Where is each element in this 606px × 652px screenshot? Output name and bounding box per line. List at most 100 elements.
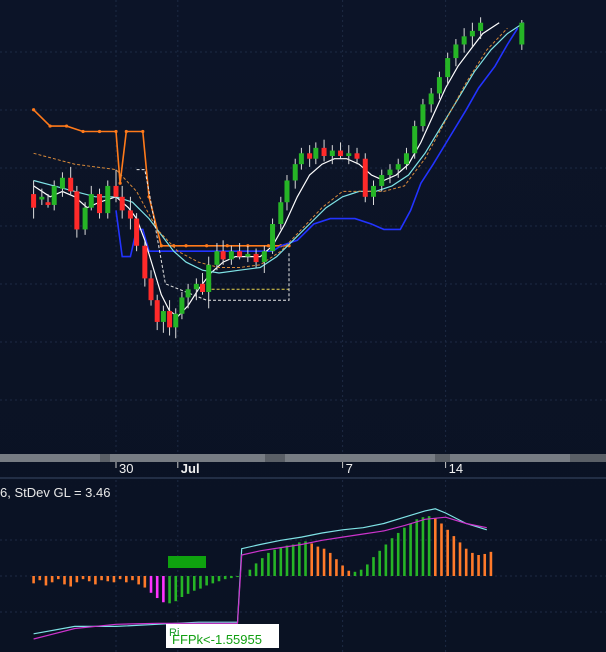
upper-band-point	[266, 244, 271, 248]
candle-body	[329, 150, 335, 156]
oscillator-bar	[285, 545, 289, 576]
time-scrollbar-segment[interactable]	[450, 454, 570, 462]
oscillator-bar	[38, 576, 42, 581]
candle-body	[179, 297, 185, 314]
time-scrollbar-segment[interactable]	[285, 454, 435, 462]
oscillator-bar	[94, 576, 97, 585]
candle-body	[74, 191, 80, 230]
upper-band-point	[97, 129, 102, 134]
oscillator-bar	[180, 576, 184, 597]
oscillator-bar	[267, 552, 270, 576]
oscillator-bar	[112, 576, 116, 583]
candle-body	[313, 147, 319, 159]
candle-body	[519, 22, 525, 45]
oscillator-bar	[335, 559, 338, 576]
oscillator-bar	[341, 565, 344, 576]
oscillator-bar	[248, 569, 252, 576]
candle-body	[105, 185, 111, 214]
upper-band-point	[159, 244, 163, 248]
candle-body	[39, 196, 45, 200]
oscillator-bar	[403, 527, 406, 576]
x-tick-label: 30	[119, 461, 133, 476]
oscillator-bar	[347, 570, 351, 576]
upper-band-point	[81, 129, 85, 134]
candle-body	[403, 153, 409, 165]
candle-body	[362, 158, 368, 197]
oscillator-bar	[32, 576, 35, 584]
oscillator-title: 6, StDev GL = 3.46	[0, 485, 110, 500]
oscillator-bar	[149, 576, 153, 593]
oscillator-bar	[483, 553, 487, 576]
candle-body	[307, 153, 313, 159]
upper-band-point	[205, 244, 209, 248]
candle-body	[127, 210, 133, 219]
oscillator-bar	[322, 548, 326, 576]
oscillator-bar	[273, 549, 276, 576]
candle-body	[379, 175, 385, 186]
oscillator-bar	[81, 576, 85, 580]
upper-band-point	[124, 129, 128, 134]
oscillator-bar	[217, 576, 221, 582]
upper-band-point	[64, 124, 69, 128]
oscillator-bar	[211, 576, 215, 584]
candle-body	[154, 300, 160, 322]
oscillator-bar	[384, 544, 388, 576]
candle-body	[220, 251, 226, 260]
candle-body	[428, 93, 434, 105]
x-tick-label: 7	[346, 461, 353, 476]
oscillator-bar	[192, 576, 196, 591]
candle-body	[51, 185, 57, 205]
candle-body	[284, 180, 290, 203]
oscillator-bar	[477, 555, 480, 576]
oscillator-bar	[205, 576, 208, 586]
candle-body	[387, 169, 393, 176]
candle-body	[253, 253, 259, 263]
candle-body	[245, 253, 251, 257]
oscillator-bar	[186, 576, 190, 594]
oscillator-bar	[162, 576, 165, 603]
candle-body	[298, 153, 304, 165]
time-scrollbar-segment[interactable]	[0, 454, 100, 462]
oscillator-bar	[328, 552, 332, 576]
candle-body	[167, 311, 173, 328]
annotation-label: FFPk<-1.55955	[172, 632, 262, 647]
oscillator-bar	[75, 576, 79, 583]
oscillator-bar	[421, 517, 425, 576]
oscillator-bar	[100, 576, 103, 581]
oscillator-bar	[118, 576, 122, 580]
upper-band-point	[225, 244, 229, 248]
candle-body	[338, 150, 344, 156]
candle-body	[292, 164, 298, 181]
candle-body	[278, 202, 284, 224]
upper-band-point	[114, 129, 118, 134]
candle-body	[119, 196, 125, 211]
oscillator-bar	[458, 542, 462, 576]
oscillator-bar	[106, 576, 110, 582]
oscillator-bar	[359, 569, 363, 576]
oscillator-bar	[452, 536, 456, 576]
candle-body	[97, 194, 103, 214]
oscillator-bar	[378, 550, 381, 576]
upper-band-point	[31, 108, 36, 112]
oscillator-bar	[304, 541, 307, 576]
oscillator-bar	[260, 558, 264, 576]
oscillator-bar	[434, 518, 437, 576]
signal-marker	[168, 556, 206, 568]
oscillator-bar	[44, 576, 48, 586]
candle-body	[88, 194, 94, 208]
oscillator-bar	[168, 576, 171, 604]
candle-body	[228, 251, 234, 260]
oscillator-bar	[230, 576, 233, 579]
candle-body	[436, 77, 442, 94]
oscillator-bar	[471, 552, 474, 576]
oscillator-bar	[464, 548, 468, 576]
oscillator-bar	[236, 576, 239, 578]
oscillator-bar	[310, 543, 313, 576]
candle-body	[420, 104, 426, 127]
oscillator-bar	[125, 576, 128, 583]
upper-band-point	[48, 124, 52, 128]
chart-background	[0, 0, 606, 652]
chart-canvas: 30 Jul 7 14 6, StDev GL = 3.46 Ri FFPk<-1.5…	[0, 0, 606, 652]
candle-body	[270, 224, 276, 252]
oscillator-bar	[137, 576, 140, 585]
